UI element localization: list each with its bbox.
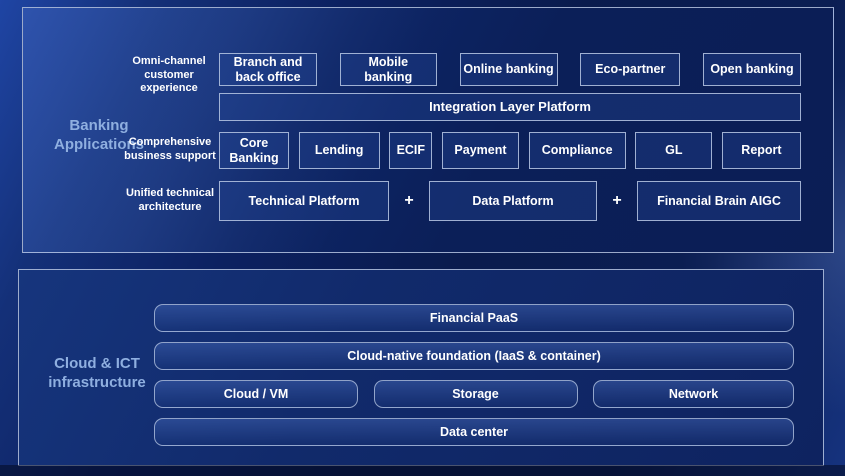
- platform-row: Technical Platform + Data Platform + Fin…: [219, 181, 801, 221]
- box-branch-and-back-office: Branch and back office: [219, 53, 317, 86]
- box-report: Report: [722, 132, 801, 169]
- business-row: Core Banking Lending ECIF Payment Compli…: [219, 132, 801, 169]
- box-eco-partner: Eco-partner: [580, 53, 680, 86]
- box-online-banking: Online banking: [460, 53, 558, 86]
- infrastructure-stack: Financial PaaS Cloud-native foundation (…: [154, 304, 794, 446]
- box-financial-paas: Financial PaaS: [154, 304, 794, 332]
- box-payment: Payment: [442, 132, 519, 169]
- box-open-banking: Open banking: [703, 53, 801, 86]
- box-compliance: Compliance: [529, 132, 626, 169]
- cloud-ict-infrastructure-panel: Cloud & ICT infrastructure Financial Paa…: [18, 269, 824, 466]
- box-data-center: Data center: [154, 418, 794, 446]
- box-financial-brain-aigc: Financial Brain AIGC: [637, 181, 801, 221]
- channel-row: Branch and back office Mobile banking On…: [219, 53, 801, 86]
- resource-row: Cloud / VM Storage Network: [154, 380, 794, 408]
- box-data-platform: Data Platform: [429, 181, 597, 221]
- comprehensive-support-label: Comprehensive business support: [117, 136, 223, 163]
- box-mobile-banking: Mobile banking: [340, 53, 437, 86]
- box-lending: Lending: [299, 132, 380, 169]
- omni-channel-label: Omni-channel customer experience: [117, 55, 221, 96]
- plus-separator: +: [389, 181, 429, 221]
- plus-separator: +: [597, 181, 637, 221]
- box-gl: GL: [635, 132, 712, 169]
- architecture-diagram: Banking Applications Omni-channel custom…: [0, 0, 845, 476]
- box-storage: Storage: [374, 380, 578, 408]
- banking-applications-panel: Banking Applications Omni-channel custom…: [22, 7, 834, 253]
- box-integration-layer-platform: Integration Layer Platform: [219, 93, 801, 121]
- box-cloud-vm: Cloud / VM: [154, 380, 358, 408]
- box-cloud-native-foundation: Cloud-native foundation (IaaS & containe…: [154, 342, 794, 370]
- box-network: Network: [593, 380, 794, 408]
- unified-architecture-label: Unified technical architecture: [117, 187, 223, 214]
- box-ecif: ECIF: [389, 132, 432, 169]
- cloud-ict-infrastructure-label: Cloud & ICT infrastructure: [29, 354, 165, 392]
- box-technical-platform: Technical Platform: [219, 181, 389, 221]
- box-core-banking: Core Banking: [219, 132, 289, 169]
